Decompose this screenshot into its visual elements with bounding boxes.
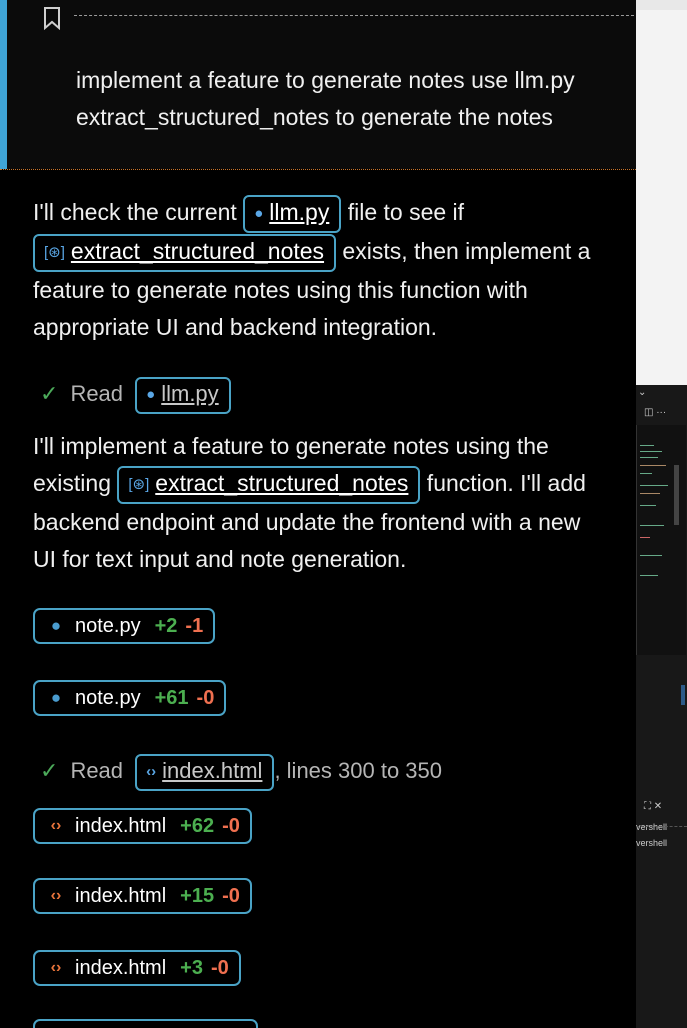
edited-file-name: index.html [75,815,167,837]
edited-file-chip[interactable] [33,1019,258,1028]
lines-removed: -1 [185,615,204,637]
code-minimap [636,425,686,655]
edited-file-chip[interactable]: ‹› index.html +15 -0 [33,878,252,914]
maximize-close-icons[interactable]: ⛶ ✕ [644,801,662,812]
check-icon: ✓ [40,381,59,406]
edited-file-chip[interactable]: ● note.py +61 -0 [33,680,227,716]
minimap-slider[interactable] [674,465,679,525]
symbol-reference-chip[interactable]: [⊛] extract_structured_notes [117,466,421,504]
user-message-line: extract_structured_notes to generate the… [76,104,553,130]
user-message-line: implement a feature to generate notes us… [76,67,575,93]
edited-file-chip[interactable]: ‹› index.html +3 -0 [33,950,241,986]
reply-text: function. I'll add [420,470,586,496]
reply-line: backend endpoint and update the frontend… [33,509,581,535]
file-reference-label: llm.py [269,199,330,225]
edited-file-name: note.py [75,615,141,637]
reply-text: existing [33,470,118,496]
reply-text: I'll check the current [33,199,244,225]
python-file-icon: ● [146,386,156,403]
terminal-divider [636,826,687,827]
background-window: ⌄ ◫ ··· ⛶ ✕ vershell vershell [636,0,687,1028]
check-icon: ✓ [40,758,59,783]
reply-text: exists, then implement a [336,238,591,264]
terminal-tab[interactable]: vershell [636,822,667,832]
edited-file-chip[interactable]: ● note.py +2 -1 [33,608,216,644]
file-reference-chip[interactable]: ‹› index.html [135,754,275,791]
lines-added: +2 [154,615,178,637]
split-editor-icon[interactable]: ◫ ··· [644,407,666,418]
reply-line: feature to generate notes using this fun… [33,277,528,303]
lines-removed: -0 [210,957,229,979]
lines-removed: -0 [196,687,215,709]
file-reference-chip[interactable]: ● llm.py [135,377,231,414]
user-message[interactable]: implement a feature to generate notes us… [0,0,636,169]
reply-line: [⊛] extract_structured_notes exists, then… [33,233,633,272]
symbol-reference-label: extract_structured_notes [155,470,409,496]
file-reference-chip[interactable]: ● llm.py [243,195,342,233]
symbol-icon: [⊛] [44,244,65,261]
python-file-icon: ● [50,616,62,635]
symbol-reference-chip[interactable]: [⊛] extract_structured_notes [33,234,337,272]
background-titlebar [636,0,687,10]
file-reference-label: llm.py [161,381,219,406]
user-message-divider [74,15,634,16]
html-file-icon: ‹› [50,959,62,976]
symbol-icon: [⊛] [128,476,150,493]
reply-line: UI for text input and note generation. [33,546,407,572]
edited-file-name: note.py [75,687,141,709]
bookmark-icon[interactable] [42,6,62,35]
message-separator [0,169,636,170]
assistant-reply: I'll implement a feature to generate not… [33,428,633,578]
read-range: , lines 300 to 350 [274,758,443,783]
assistant-reply: I'll check the current ● llm.py file to s… [33,194,633,346]
lines-added: +62 [180,815,215,837]
read-label: Read [70,758,124,783]
lines-added: +3 [180,957,203,979]
lines-removed: -0 [222,815,240,837]
reply-line: I'll implement a feature to generate not… [33,433,549,459]
reply-line: appropriate UI and backend integration. [33,314,438,340]
background-browser-pane [636,0,687,385]
symbol-reference-label: extract_structured_notes [70,238,325,264]
terminal-tab[interactable]: vershell [636,838,667,848]
read-step: ✓ Read ● llm.py [40,376,231,414]
file-reference-label: index.html [162,758,263,783]
python-file-icon: ● [50,688,62,707]
reply-text: file to see if [341,199,465,225]
user-message-text: implement a feature to generate notes us… [76,62,626,136]
html-file-icon: ‹› [50,817,62,834]
lines-added: +61 [154,687,189,709]
edited-file-chip[interactable]: ‹› index.html +62 -0 [33,808,252,844]
lines-removed: -0 [222,885,240,907]
html-file-icon: ‹› [146,763,157,780]
python-file-icon: ● [254,205,264,222]
reply-line: I'll check the current ● llm.py file to s… [33,194,633,233]
chat-panel: implement a feature to generate notes us… [0,0,636,1028]
read-label: Read [70,381,124,406]
lines-added: +15 [180,885,215,907]
html-file-icon: ‹› [50,887,62,904]
reply-line: existing [⊛] extract_structured_notes fun… [33,465,633,504]
edited-file-name: index.html [75,885,167,907]
user-message-accent [0,0,7,169]
scroll-indicator [681,685,685,705]
read-step: ✓ Read ‹› index.html , lines 300 to 350 [40,753,442,791]
chevron-down-icon[interactable]: ⌄ [638,387,646,398]
edited-file-name: index.html [75,957,167,979]
background-editor-pane: ⌄ ◫ ··· ⛶ ✕ vershell vershell [636,385,687,1028]
